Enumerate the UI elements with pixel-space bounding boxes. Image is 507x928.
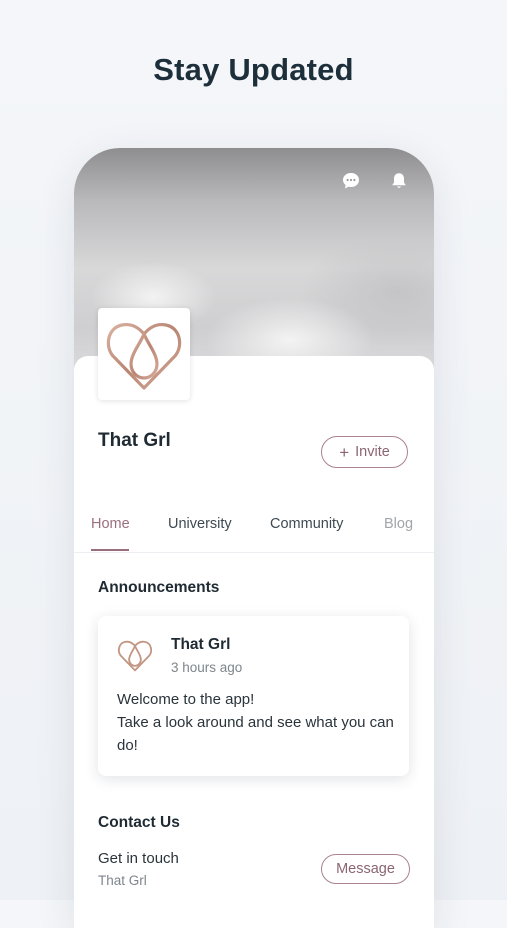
post-timestamp: 3 hours ago (171, 660, 243, 675)
tab-blog[interactable]: Blog (384, 516, 413, 532)
tab-community[interactable]: Community (270, 516, 343, 532)
invite-label: Invite (355, 444, 390, 460)
phone-frame: That Grl + Invite Home University Commun… (74, 148, 434, 928)
post-body: Welcome to the app! Take a look around a… (117, 688, 397, 757)
post-author: That Grl (171, 636, 231, 653)
post-body-line: Welcome to the app! (117, 691, 255, 708)
chat-icon[interactable] (340, 170, 362, 192)
author-avatar (116, 636, 154, 674)
announcements-title: Announcements (98, 579, 220, 596)
heart-drop-avatar-icon (117, 640, 153, 672)
tab-home[interactable]: Home (91, 516, 130, 532)
contact-title: Contact Us (98, 814, 180, 831)
heart-drop-logo-icon (106, 322, 182, 390)
post-body-line: Take a look around and see what you can … (117, 714, 394, 754)
site-logo (98, 308, 190, 400)
tab-bar: Home University Community Blog (74, 504, 434, 553)
contact-subtext: That Grl (98, 873, 147, 888)
header-actions (340, 170, 410, 192)
tab-university[interactable]: University (168, 516, 232, 532)
active-tab-indicator (91, 549, 129, 551)
announcement-post[interactable]: That Grl 3 hours ago Welcome to the app!… (98, 616, 409, 776)
message-button[interactable]: Message (321, 854, 410, 884)
site-name: That Grl (98, 430, 171, 451)
invite-button[interactable]: + Invite (321, 436, 408, 468)
bell-icon[interactable] (388, 170, 410, 192)
page-headline: Stay Updated (153, 52, 354, 87)
contact-text: Get in touch (98, 850, 179, 867)
plus-icon: + (339, 442, 350, 462)
